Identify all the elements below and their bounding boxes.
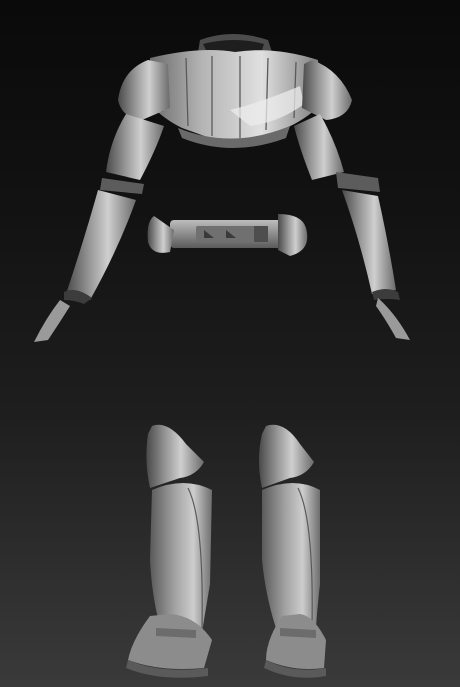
belt: [147, 214, 308, 256]
left-leg-armor: [126, 424, 212, 678]
right-arm-armor: [294, 60, 410, 340]
armor-model: [34, 34, 410, 678]
right-leg-armor: [259, 424, 326, 678]
3d-viewport[interactable]: [0, 0, 460, 687]
left-arm-armor: [34, 60, 170, 342]
